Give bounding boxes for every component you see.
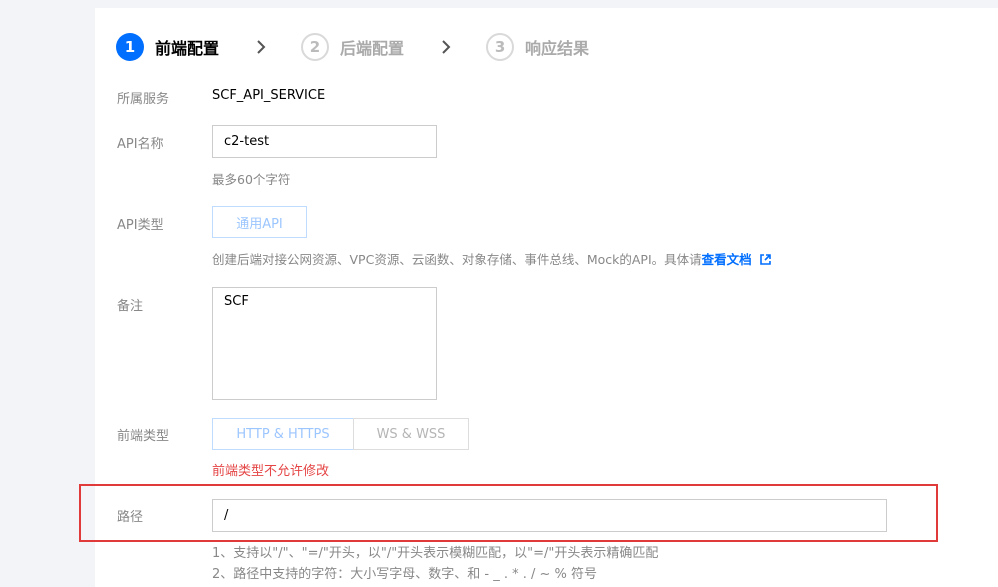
remark-label: 备注 — [117, 299, 144, 314]
api-type-label: API类型 — [117, 218, 164, 233]
chevron-right-icon — [251, 37, 271, 57]
step-indicator: 1 前端配置 2 后端配置 3 响应结果 — [116, 32, 589, 62]
api-type-option[interactable]: 通用API — [212, 206, 307, 238]
api-type-hint: 创建后端对接公网资源、VPC资源、云函数、对象存储、事件总线、Mock的API。… — [212, 249, 771, 268]
step-frontend-config[interactable]: 1 前端配置 — [116, 33, 219, 61]
step-number: 2 — [301, 33, 330, 61]
frontend-type-http[interactable]: HTTP & HTTPS — [212, 418, 354, 450]
step-label: 前端配置 — [155, 39, 220, 58]
frontend-type-warning: 前端类型不允许修改 — [212, 464, 330, 479]
frontend-type-label: 前端类型 — [117, 429, 170, 444]
frontend-type-ws[interactable]: WS & WSS — [353, 418, 469, 450]
api-type-hint-text: 创建后端对接公网资源、VPC资源、云函数、对象存储、事件总线、Mock的API。… — [212, 252, 702, 267]
external-link-icon[interactable] — [759, 253, 771, 268]
step-number: 1 — [116, 33, 144, 61]
step-backend-config[interactable]: 2 后端配置 — [301, 33, 404, 61]
view-docs-link[interactable]: 查看文档 — [702, 252, 752, 267]
api-name-label: API名称 — [117, 137, 164, 152]
step-label: 后端配置 — [340, 39, 405, 58]
path-highlight-box — [79, 484, 938, 542]
service-label: 所属服务 — [117, 92, 170, 107]
remark-textarea[interactable]: SCF — [212, 287, 437, 400]
path-rule-1: 1、支持以"/"、"=/"开头，以"/"开头表示模糊匹配，以"=/"开头表示精确… — [212, 546, 659, 561]
api-name-input[interactable]: c2-test — [212, 125, 437, 158]
api-name-hint: 最多60个字符 — [212, 172, 291, 187]
path-rule-2: 2、路径中支持的字符：大小写字母、数字、和 - _ . * . / ~ % 符号 — [212, 567, 598, 582]
step-label: 响应结果 — [525, 39, 590, 58]
step-number: 3 — [486, 33, 515, 61]
step-response-result[interactable]: 3 响应结果 — [486, 33, 589, 61]
service-value: SCF_API_SERVICE — [212, 88, 326, 103]
chevron-right-icon — [436, 37, 456, 57]
